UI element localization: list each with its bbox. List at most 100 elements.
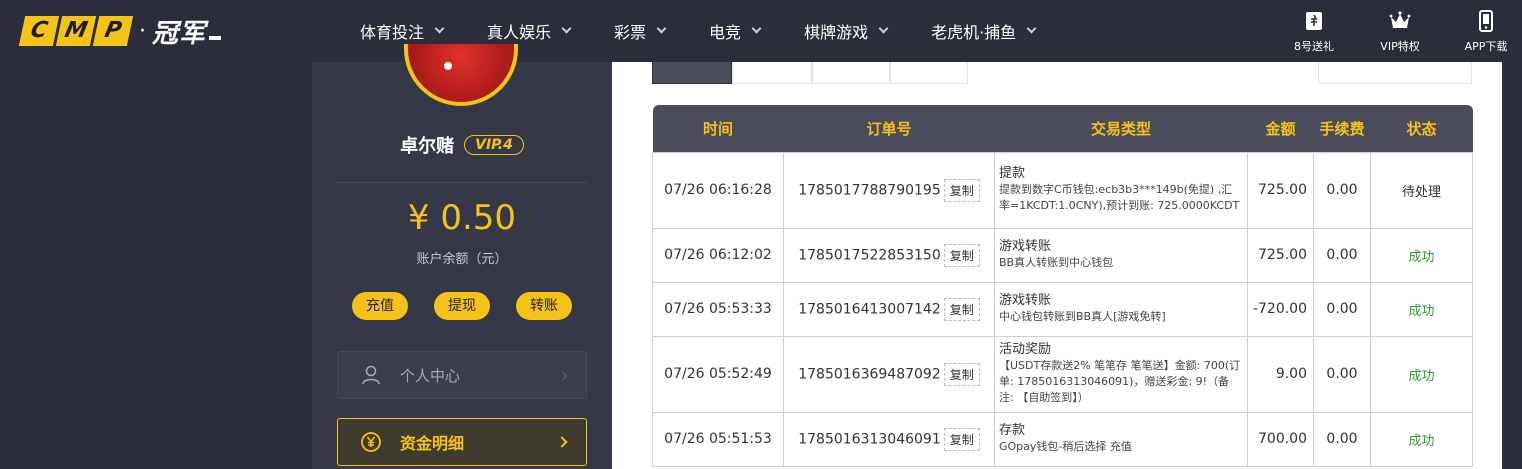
- order-number: 1785017788790195: [798, 182, 941, 198]
- table-row: 07/26 06:12:02 1785017522853150 复制 游戏转账 BB…: [652, 227, 1473, 283]
- status-badge: 待处理: [1401, 184, 1441, 200]
- cell-fee: 0.00: [1313, 227, 1371, 283]
- cell-type: 游戏转账 中心钱包转账到BB真人[游戏免转]: [994, 281, 1248, 337]
- copy-order-button[interactable]: 复制: [943, 297, 980, 321]
- type-title: 存款: [999, 423, 1026, 438]
- type-detail: BB真人转账到中心钱包: [999, 256, 1114, 269]
- chevron-right-icon: [556, 436, 568, 448]
- gift-day-link[interactable]: 8号送礼: [1282, 10, 1346, 54]
- gift-day-label: 8号送礼: [1294, 40, 1334, 53]
- order-number: 1785016369487092: [798, 366, 941, 382]
- order-number: 1785016313046091: [798, 431, 941, 447]
- cell-type: 游戏转账 BB真人转账到中心钱包: [994, 227, 1248, 283]
- logo-cmp-letters: C M P: [18, 16, 134, 46]
- crown-icon: [1389, 11, 1411, 28]
- column-header-status: 状态: [1370, 105, 1473, 152]
- vip-privilege-link[interactable]: VIP特权: [1368, 10, 1432, 54]
- transaction-table: 时间 订单号 交易类型 金额 手续费 状态 07/26 06:16:28 178…: [652, 105, 1473, 467]
- phone-icon: [1479, 10, 1493, 32]
- cell-order: 1785016313046091 复制: [783, 411, 995, 467]
- type-title: 游戏转账: [999, 239, 1052, 254]
- column-header-fee: 手续费: [1313, 105, 1371, 152]
- nav-slots-fishing[interactable]: 老虎机·捕鱼: [931, 19, 1037, 43]
- nav-sports[interactable]: 体育投注: [360, 19, 445, 43]
- main-content: 时间 订单号 交易类型 金额 手续费 状态 07/26 06:16:28 178…: [612, 62, 1502, 469]
- cell-amount: -720.00: [1247, 281, 1314, 337]
- header-right-links: 8号送礼 VIP特权 APP下载: [1260, 10, 1518, 54]
- table-row: 07/26 05:51:53 1785016313046091 复制 存款 GOpa…: [652, 411, 1473, 467]
- copy-order-button[interactable]: 复制: [943, 178, 980, 202]
- column-header-time: 时间: [652, 105, 784, 152]
- nav-label: 棋牌游戏: [804, 23, 869, 42]
- copy-order-button[interactable]: 复制: [943, 427, 980, 451]
- avatar: [404, 44, 518, 106]
- cell-time: 07/26 05:53:33: [652, 281, 784, 337]
- cell-type: 活动奖励 【USDT存款送2% 笔笔存 笔笔送】金额: 700(订单: 17850…: [994, 335, 1248, 413]
- cell-amount: 725.00: [1247, 151, 1314, 229]
- date-filter-input[interactable]: [1318, 62, 1472, 84]
- copy-order-button[interactable]: 复制: [943, 362, 980, 386]
- logo-letter: P: [92, 16, 134, 46]
- column-header-type: 交易类型: [994, 105, 1248, 152]
- sidebar-item-personal-center[interactable]: 个人中心: [337, 351, 587, 399]
- status-badge: 成功: [1408, 249, 1435, 265]
- chevron-down-icon: [656, 23, 667, 34]
- filter-tab-active[interactable]: [652, 62, 732, 84]
- nav-lottery[interactable]: 彩票: [614, 19, 667, 43]
- sidebar-item-label: 资金明细: [400, 434, 465, 453]
- column-header-order: 订单号: [783, 105, 995, 152]
- cell-amount: 9.00: [1247, 335, 1314, 413]
- cell-amount: 700.00: [1247, 411, 1314, 467]
- app-download-link[interactable]: APP下载: [1454, 10, 1518, 54]
- cell-status: 待处理: [1370, 151, 1473, 229]
- status-badge: 成功: [1408, 433, 1435, 449]
- avatar-highlight: [444, 62, 452, 70]
- nav-esports[interactable]: 电竞: [709, 19, 762, 43]
- nav-label: 彩票: [614, 23, 647, 42]
- type-detail: 提款到数字C币钱包:ecb3b3***149b(免提) ,汇率=1KCDT:1.…: [999, 183, 1240, 212]
- cell-order: 1785017788790195 复制: [783, 151, 995, 229]
- cell-status: 成功: [1370, 281, 1473, 337]
- logo-letter: M: [55, 16, 97, 46]
- type-detail: 【USDT存款送2% 笔笔存 笔笔送】金额: 700(订单: 178501631…: [999, 359, 1241, 404]
- filter-tab[interactable]: [890, 62, 968, 84]
- vip-privilege-label: VIP特权: [1380, 40, 1420, 53]
- cell-time: 07/26 05:52:49: [652, 335, 784, 413]
- cell-fee: 0.00: [1313, 411, 1371, 467]
- type-detail: 中心钱包转账到BB真人[游戏免转]: [999, 310, 1166, 323]
- status-badge: 成功: [1408, 368, 1435, 384]
- cell-order: 1785017522853150 复制: [783, 227, 995, 283]
- wallet-actions: 充值 提现 转账: [352, 292, 572, 320]
- chevron-right-icon: [558, 371, 568, 381]
- vip-badge: VIP.4: [464, 135, 524, 155]
- copy-order-button[interactable]: 复制: [943, 243, 980, 267]
- cell-order: 1785016413007142 复制: [783, 281, 995, 337]
- site-logo[interactable]: C M P · 冠军: [18, 14, 222, 49]
- cell-time: 07/26 05:51:53: [652, 411, 784, 467]
- cell-status: 成功: [1370, 227, 1473, 283]
- table-row: 07/26 05:52:49 1785016369487092 复制 活动奖励 【U…: [652, 335, 1473, 413]
- user-info: 卓尔赌 VIP.4: [312, 132, 612, 158]
- cell-time: 07/26 06:16:28: [652, 151, 784, 229]
- account-balance-label: 账户余额（元）: [416, 252, 508, 267]
- account-sidebar: 卓尔赌 VIP.4 ¥ 0.50 账户余额（元） 充值 提现 转账 个人中心 资…: [312, 44, 612, 469]
- cell-order: 1785016369487092 复制: [783, 335, 995, 413]
- logo-chinese-text: 冠军: [152, 18, 207, 49]
- sidebar-item-fund-details[interactable]: 资金明细: [337, 418, 587, 466]
- nav-live-casino[interactable]: 真人娱乐: [487, 19, 572, 43]
- sidebar-item-label: 个人中心: [400, 366, 461, 385]
- transfer-button[interactable]: 转账: [516, 292, 572, 320]
- yen-coin-icon: [360, 431, 382, 453]
- deposit-button[interactable]: 充值: [352, 292, 408, 320]
- filter-tab[interactable]: [812, 62, 890, 84]
- cell-status: 成功: [1370, 335, 1473, 413]
- type-title: 提款: [999, 166, 1026, 181]
- table-row: 07/26 05:53:33 1785016413007142 复制 游戏转账 中心…: [652, 281, 1473, 337]
- nav-card-games[interactable]: 棋牌游戏: [804, 19, 889, 43]
- cell-status: 成功: [1370, 411, 1473, 467]
- nav-label: 老虎机·捕鱼: [931, 23, 1017, 42]
- filter-tab[interactable]: [732, 62, 812, 84]
- withdraw-button[interactable]: 提现: [434, 292, 490, 320]
- account-balance: ¥ 0.50: [407, 198, 517, 238]
- user-icon: [360, 364, 382, 386]
